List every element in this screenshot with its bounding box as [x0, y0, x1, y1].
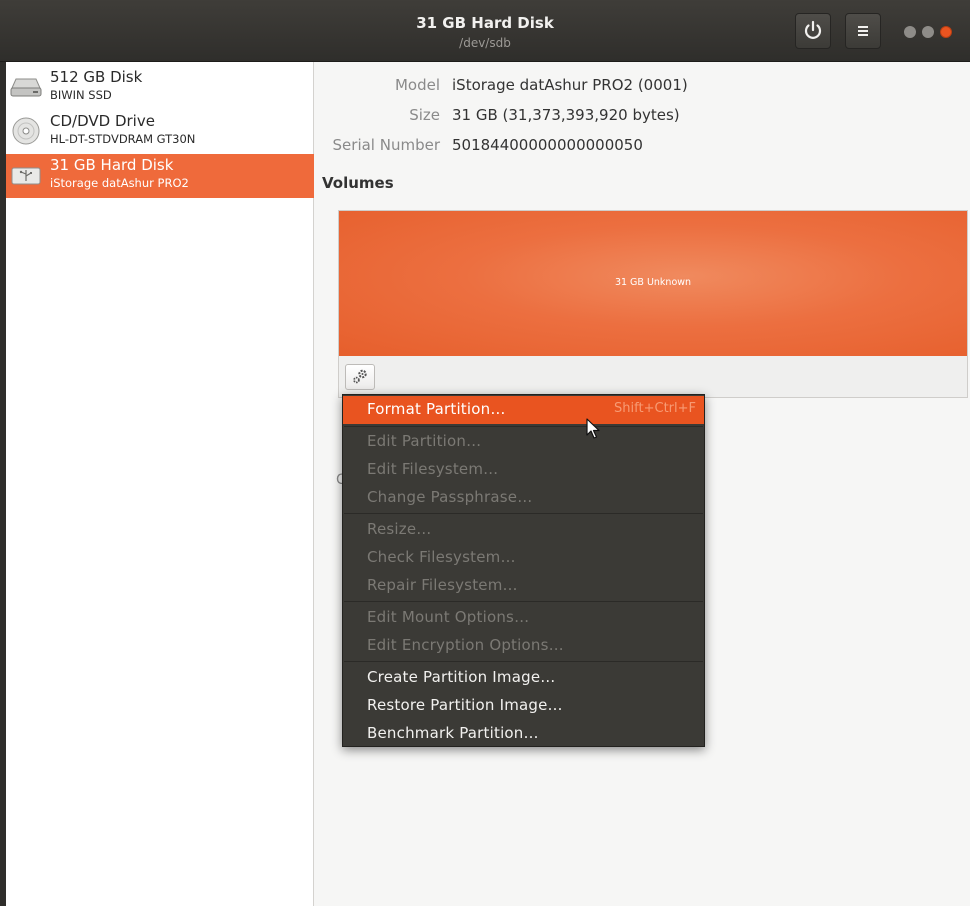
size-value: 31 GB (31,373,393,920 bytes): [452, 106, 680, 124]
menu-item-edit-partition[interactable]: Edit Partition…: [343, 428, 704, 456]
menu-separator: [344, 513, 703, 514]
menu-item-label: Repair Filesystem…: [367, 576, 518, 594]
menu-separator: [344, 426, 703, 427]
header-bar: 31 GB Hard Disk /dev/sdb: [0, 0, 970, 62]
volumes-heading: Volumes: [322, 174, 394, 192]
model-value: iStorage datAshur PRO2 (0001): [452, 76, 688, 94]
size-label: Size: [409, 106, 440, 124]
power-icon: [804, 20, 822, 39]
menu-item-format-partition[interactable]: Format Partition… Shift+Ctrl+F: [343, 396, 704, 424]
drive-options-menu-button[interactable]: [845, 13, 881, 49]
menu-item-label: Format Partition…: [367, 400, 506, 418]
menu-item-change-passphrase[interactable]: Change Passphrase…: [343, 484, 704, 512]
serial-number-value: 50184400000000000050: [452, 136, 643, 154]
menu-item-edit-filesystem[interactable]: Edit Filesystem…: [343, 456, 704, 484]
menu-item-restore-partition-image[interactable]: Restore Partition Image…: [343, 692, 704, 720]
menu-item-benchmark-partition[interactable]: Benchmark Partition…: [343, 720, 704, 748]
menu-item-label: Benchmark Partition…: [367, 724, 539, 742]
menu-item-edit-mount-options[interactable]: Edit Mount Options…: [343, 604, 704, 632]
serial-number-label: Serial Number: [332, 136, 440, 154]
menu-item-create-partition-image[interactable]: Create Partition Image…: [343, 664, 704, 692]
model-label: Model: [394, 76, 440, 94]
sidebar-item-subtitle: HL-DT-STDVDRAM GT30N: [50, 132, 196, 146]
menu-item-label: Create Partition Image…: [367, 668, 556, 686]
close-button[interactable]: [940, 26, 952, 38]
menu-item-resize[interactable]: Resize…: [343, 516, 704, 544]
sidebar-item-name: 512 GB Disk: [50, 68, 143, 86]
menu-item-label: Check Filesystem…: [367, 548, 516, 566]
menu-separator: [344, 661, 703, 662]
menu-item-accelerator: Shift+Ctrl+F: [614, 401, 696, 416]
mouse-pointer-icon: [586, 418, 600, 439]
optical-disc-icon: [12, 117, 40, 145]
device-sidebar: 512 GB Disk BIWIN SSD CD/DVD Drive HL-DT…: [0, 62, 314, 906]
hamburger-menu-icon: [858, 26, 868, 36]
menu-item-label: Resize…: [367, 520, 432, 538]
menu-item-label: Edit Encryption Options…: [367, 636, 564, 654]
menu-item-label: Change Passphrase…: [367, 488, 533, 506]
menu-item-check-filesystem[interactable]: Check Filesystem…: [343, 544, 704, 572]
sidebar-item-subtitle: iStorage datAshur PRO2: [50, 176, 189, 190]
sidebar-item-name: 31 GB Hard Disk: [50, 156, 174, 174]
sidebar-item-31gb-hard-disk[interactable]: 31 GB Hard Disk iStorage datAshur PRO2: [6, 154, 314, 198]
volume-partition[interactable]: 31 GB Unknown: [339, 211, 967, 356]
sidebar-item-name: CD/DVD Drive: [50, 112, 155, 130]
gears-icon: [353, 369, 367, 384]
menu-item-edit-encryption-options[interactable]: Edit Encryption Options…: [343, 632, 704, 660]
menu-separator: [344, 601, 703, 602]
menu-item-repair-filesystem[interactable]: Repair Filesystem…: [343, 572, 704, 600]
partition-context-menu: Format Partition… Shift+Ctrl+F Edit Part…: [342, 394, 705, 747]
menu-item-label: Edit Partition…: [367, 432, 482, 450]
volume-label: 31 GB Unknown: [614, 277, 692, 288]
volume-map: 31 GB Unknown: [338, 210, 968, 398]
sidebar-item-subtitle: BIWIN SSD: [50, 88, 112, 102]
maximize-button[interactable]: [922, 26, 934, 38]
sidebar-item-cd-dvd-drive[interactable]: CD/DVD Drive HL-DT-STDVDRAM GT30N: [6, 110, 314, 154]
hard-disk-icon: [10, 78, 42, 97]
minimize-button[interactable]: [904, 26, 916, 38]
power-off-button[interactable]: [795, 13, 831, 49]
menu-item-label: Edit Filesystem…: [367, 460, 499, 478]
menu-item-label: Restore Partition Image…: [367, 696, 563, 714]
sidebar-item-512gb-disk[interactable]: 512 GB Disk BIWIN SSD: [6, 66, 314, 110]
partition-options-button[interactable]: [345, 364, 375, 390]
usb-drive-icon: [11, 167, 41, 185]
menu-item-label: Edit Mount Options…: [367, 608, 530, 626]
